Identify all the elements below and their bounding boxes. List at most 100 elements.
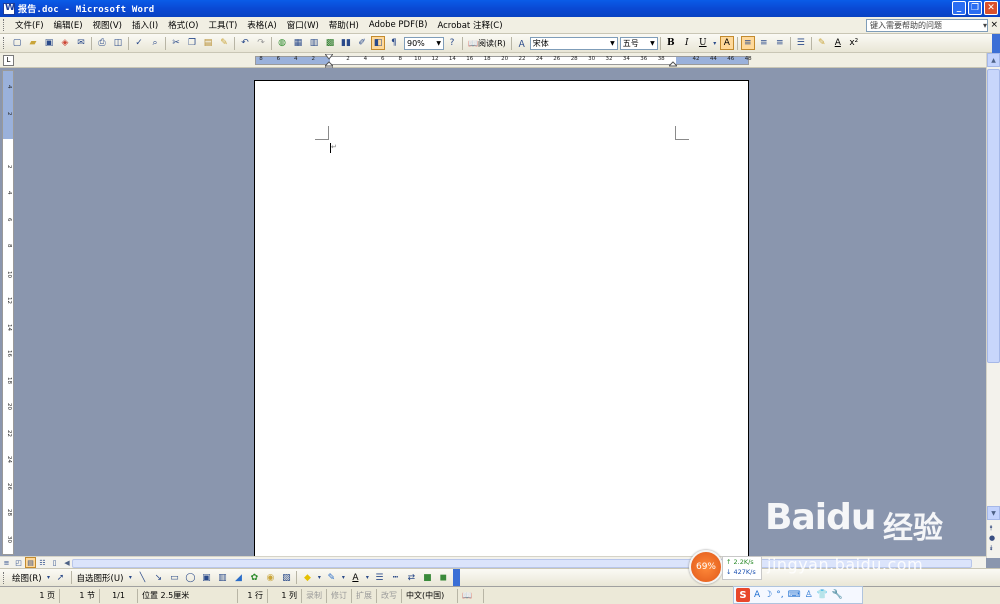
punctuation-icon[interactable]: ☽ <box>764 590 772 600</box>
prev-page-icon[interactable]: ⯭ <box>989 524 993 533</box>
select-browse-object-icon[interactable]: ● <box>989 534 995 542</box>
draw-menu-button[interactable]: 绘图(R) <box>9 572 45 584</box>
show-hide-icon[interactable]: ¶ <box>387 36 401 50</box>
3d-icon[interactable]: ◼ <box>436 571 450 585</box>
normal-view-icon[interactable]: ≡ <box>1 557 12 568</box>
zoom-select[interactable]: 90% ▼ <box>404 36 444 50</box>
open-folder-icon[interactable]: ▰ <box>26 36 40 50</box>
highlight-pen-icon[interactable]: ✎ <box>815 36 829 50</box>
style-icon[interactable]: Ａ <box>515 36 529 50</box>
font-size-select[interactable]: 五号 ▼ <box>619 36 658 50</box>
status-ext[interactable]: 扩展 <box>352 588 377 603</box>
clipart-icon[interactable]: ◉ <box>263 571 277 585</box>
permission-icon[interactable]: ◈ <box>58 36 72 50</box>
close-button[interactable]: ✕ <box>984 1 998 15</box>
toolbar-options-icon[interactable] <box>992 34 1000 53</box>
format-painter-icon[interactable]: ✎ <box>217 36 231 50</box>
vertical-ruler[interactable]: 422468101214161820222426283032 <box>2 70 14 555</box>
status-trk[interactable]: 修订 <box>327 588 352 603</box>
line-style-icon[interactable]: ☰ <box>372 571 386 585</box>
status-language[interactable]: 中文(中国) <box>402 588 458 603</box>
fullwidth-icon[interactable]: °, <box>776 590 783 600</box>
underline-button[interactable]: U <box>696 36 710 50</box>
menu-table[interactable]: 表格(A) <box>242 19 281 31</box>
insert-table-icon[interactable]: ▥ <box>307 36 321 50</box>
web-view-icon[interactable]: ◰ <box>13 557 24 568</box>
drawbar-options-icon[interactable] <box>453 568 461 587</box>
cut-icon[interactable]: ✂ <box>169 36 183 50</box>
menu-insert[interactable]: 插入(I) <box>127 19 163 31</box>
superscript-button[interactable]: x² <box>847 36 861 50</box>
save-icon[interactable]: ▣ <box>42 36 56 50</box>
oval-icon[interactable]: ◯ <box>183 571 197 585</box>
underline-dropdown-icon[interactable]: ▾ <box>712 36 718 50</box>
soft-keyboard-icon[interactable]: ⌨ <box>788 590 801 600</box>
align-left-icon[interactable]: ≡ <box>740 36 755 50</box>
help-icon[interactable]: ? <box>445 36 459 50</box>
status-ovr[interactable]: 改写 <box>377 588 402 603</box>
first-line-indent-icon[interactable] <box>325 54 333 68</box>
autoshapes-button[interactable]: 自选图形(U) <box>74 572 127 584</box>
redo-icon[interactable]: ↷ <box>254 36 268 50</box>
sogou-ime-icon[interactable]: S <box>736 588 750 602</box>
minimize-button[interactable]: _ <box>952 1 966 15</box>
picture-icon[interactable]: ▨ <box>279 571 293 585</box>
line-color-icon[interactable]: ✎ <box>324 571 338 585</box>
scroll-thumb[interactable] <box>987 69 1000 363</box>
arrow-style-icon[interactable]: ⇄ <box>404 571 418 585</box>
restore-button[interactable]: ❐ <box>968 1 982 15</box>
drawing-icon[interactable]: ✐ <box>355 36 369 50</box>
print-preview-icon[interactable]: ◫ <box>111 36 125 50</box>
menu-tools[interactable]: 工具(T) <box>203 19 242 31</box>
insert-excel-icon[interactable]: ▩ <box>323 36 337 50</box>
drawbar-grip-icon[interactable] <box>3 571 6 584</box>
select-objects-icon[interactable]: ➚ <box>54 571 68 585</box>
shadow-icon[interactable]: ■ <box>420 571 434 585</box>
read-button[interactable]: 📖阅读(R) <box>465 38 509 49</box>
outline-view-icon[interactable]: ☷ <box>37 557 48 568</box>
font-name-select[interactable]: 宋体 ▼ <box>529 36 618 50</box>
line-dropdown-icon[interactable]: ▾ <box>340 571 346 585</box>
help-search-input[interactable]: 键入需要帮助的问题 ▾ <box>866 19 988 32</box>
arrow-icon[interactable]: ↘ <box>151 571 165 585</box>
chinese-mode-icon[interactable]: A <box>754 590 760 600</box>
bold-button[interactable]: B <box>664 36 678 50</box>
document-map-icon[interactable]: ◧ <box>371 36 385 50</box>
menu-window[interactable]: 窗口(W) <box>282 19 324 31</box>
vertical-textbox-icon[interactable]: ▥ <box>215 571 229 585</box>
font-dropdown-icon[interactable]: ▾ <box>364 571 370 585</box>
bullets-icon[interactable]: ☰ <box>794 36 808 50</box>
doc-close-icon[interactable]: × <box>990 20 998 30</box>
document-page[interactable]: ↵ <box>254 80 749 556</box>
char-border-button[interactable]: A <box>719 36 734 50</box>
vertical-scrollbar[interactable]: ▲ ▼ ⯭ ● ⯯ <box>986 53 1000 558</box>
tools-icon[interactable]: 🔧 <box>832 590 843 600</box>
fill-dropdown-icon[interactable]: ▾ <box>316 571 322 585</box>
menu-file[interactable]: 文件(F) <box>10 19 49 31</box>
help-dropdown-icon[interactable]: ▾ <box>983 20 987 31</box>
textbox-icon[interactable]: ▣ <box>199 571 213 585</box>
menu-view[interactable]: 视图(V) <box>88 19 127 31</box>
status-rec[interactable]: 录制 <box>302 588 327 603</box>
word-app-icon[interactable] <box>3 2 15 15</box>
hyperlink-icon[interactable]: ◍ <box>275 36 289 50</box>
line-icon[interactable]: ╲ <box>135 571 149 585</box>
copy-icon[interactable]: ❐ <box>185 36 199 50</box>
columns-icon[interactable]: ▮▮ <box>339 36 353 50</box>
scroll-left-icon[interactable]: ◀ <box>62 557 72 568</box>
draw-dropdown-icon[interactable]: ▾ <box>46 571 52 585</box>
user-icon[interactable]: ♙ <box>805 590 813 600</box>
spelling-status-icon[interactable]: 📖 <box>458 588 484 603</box>
menu-adobe-pdf[interactable]: Adobe PDF(B) <box>364 20 433 30</box>
next-page-icon[interactable]: ⯯ <box>989 544 993 553</box>
rectangle-icon[interactable]: ▭ <box>167 571 181 585</box>
autoshapes-dropdown-icon[interactable]: ▾ <box>127 571 133 585</box>
fill-color-icon[interactable]: ◆ <box>300 571 314 585</box>
research-icon[interactable]: ⌕ <box>148 36 162 50</box>
wordart-icon[interactable]: ◢ <box>231 571 245 585</box>
undo-icon[interactable]: ↶ <box>238 36 252 50</box>
diagram-icon[interactable]: ✿ <box>247 571 261 585</box>
scroll-down-icon[interactable]: ▼ <box>987 506 1000 520</box>
net-percent-badge[interactable]: 69% <box>689 550 723 584</box>
align-right-icon[interactable]: ≡ <box>773 36 787 50</box>
